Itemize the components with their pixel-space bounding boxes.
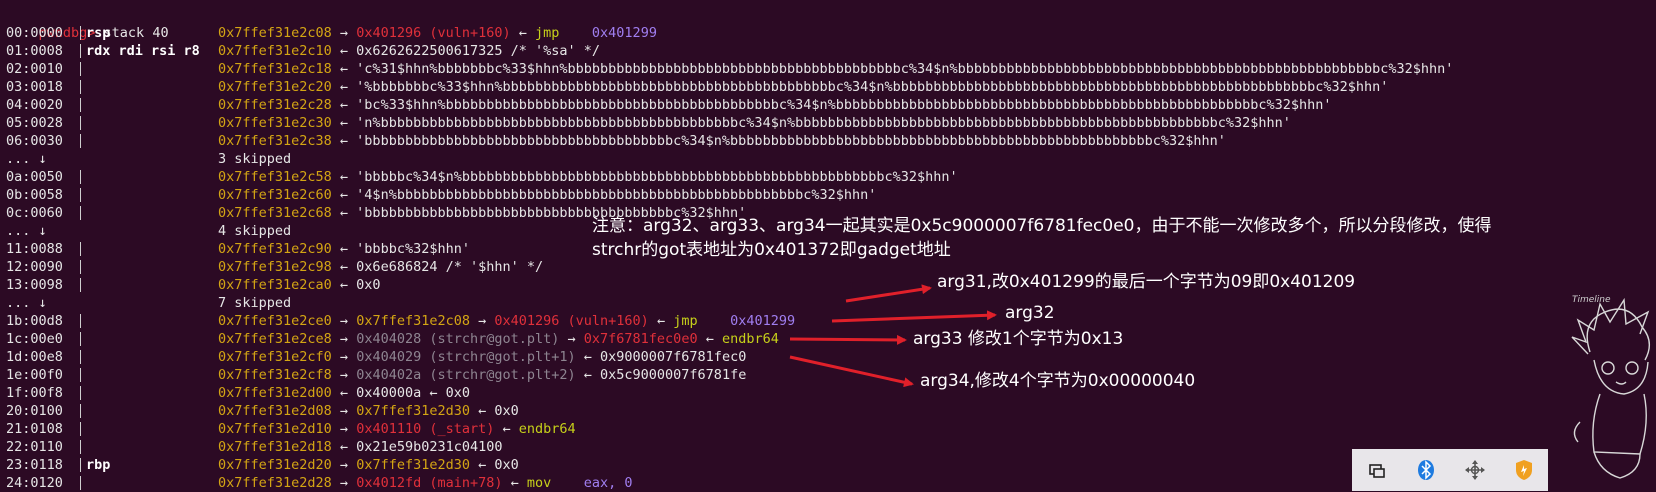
anime-character-sketch: Timeline (1571, 295, 1650, 479)
system-tray (1352, 449, 1548, 491)
arrow-arg34 (789, 355, 914, 388)
shield-icon[interactable] (1511, 457, 1537, 483)
arrow-arg32 (831, 310, 997, 323)
arrow-arg33 (789, 334, 907, 345)
move-arrows-icon[interactable] (1462, 457, 1488, 483)
sketch-scribble: Timeline (1572, 295, 1611, 305)
window-switch-icon[interactable] (1364, 457, 1390, 483)
arrow-arg31 (845, 284, 932, 303)
annotation-arrows (789, 284, 997, 388)
bluetooth-icon[interactable] (1413, 457, 1439, 483)
